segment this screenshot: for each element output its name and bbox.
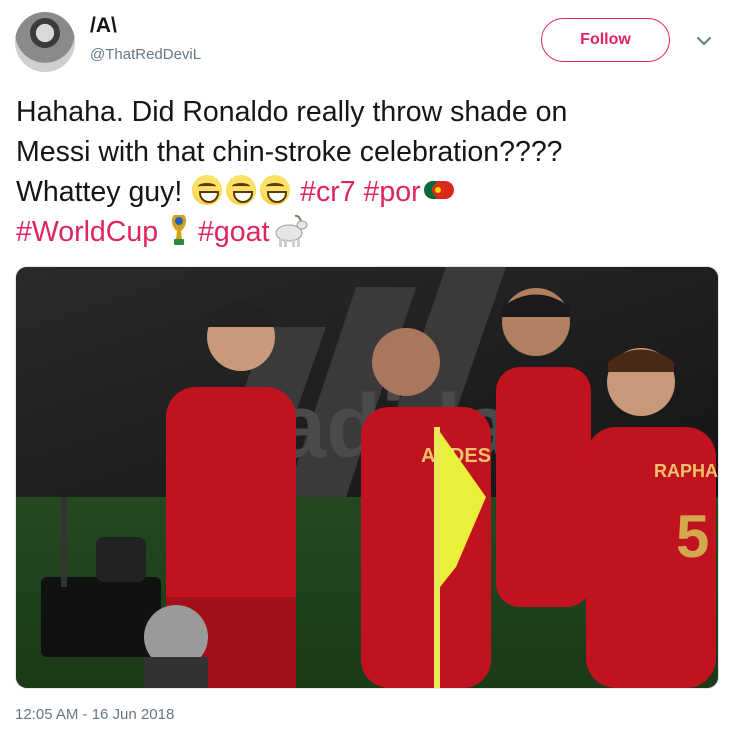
- hashtag-por[interactable]: #por: [364, 176, 421, 208]
- tweet-line-1: Hahaha. Did Ronaldo really throw shade o…: [16, 96, 568, 128]
- user-handle[interactable]: @ThatRedDeviL: [90, 46, 201, 63]
- shirt-name-2: RAPHAEL: [654, 461, 718, 481]
- grinning-face-icon: [260, 175, 291, 205]
- grinning-face-icon: [192, 175, 223, 205]
- photo-scene: adidas ANDES RAPHAEL 5: [16, 267, 718, 688]
- display-name[interactable]: /A\: [90, 14, 117, 38]
- tweet-timestamp[interactable]: 12:05 AM - 16 Jun 2018: [15, 706, 174, 723]
- tweet-header: /A\ @ThatRedDeviL Follow: [0, 0, 732, 80]
- follow-button[interactable]: Follow: [541, 18, 670, 62]
- tweet-line-4: #WorldCup #goat: [16, 212, 716, 252]
- tweet-line-2: Messi with that chin-stroke celebration?…: [16, 136, 563, 168]
- avatar[interactable]: [15, 12, 75, 72]
- grinning-face-icon: [226, 175, 257, 205]
- tweet-photo[interactable]: adidas ANDES RAPHAEL 5: [15, 266, 719, 689]
- world-cup-trophy-icon: [171, 215, 187, 245]
- shirt-number: 5: [676, 503, 709, 570]
- hashtag-goat[interactable]: #goat: [198, 216, 269, 248]
- tweet-line-3-text: Whattey guy!: [16, 176, 183, 208]
- goat-icon: [275, 214, 308, 247]
- portugal-flag-icon: [423, 181, 454, 199]
- tweet-text: Hahaha. Did Ronaldo really throw shade o…: [16, 92, 716, 252]
- hashtag-cr7[interactable]: #cr7: [300, 176, 355, 208]
- tweet-line-3: Whattey guy! #cr7 #por: [16, 172, 716, 212]
- chevron-down-icon[interactable]: [695, 32, 713, 50]
- hashtag-worldcup[interactable]: #WorldCup: [16, 216, 158, 248]
